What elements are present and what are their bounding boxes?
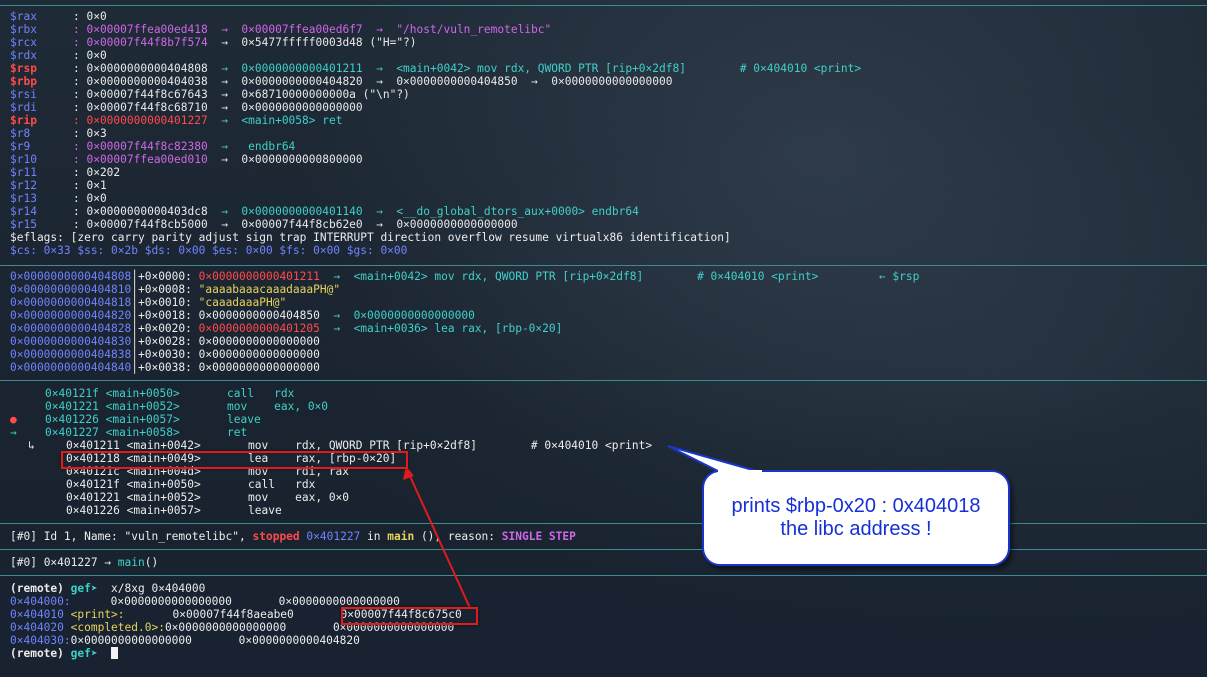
highlight-libc-address xyxy=(341,607,478,625)
callout-tail-mask xyxy=(718,470,762,476)
annotation-overlay xyxy=(403,445,762,609)
callout-tail xyxy=(667,445,761,473)
red-arrow-line xyxy=(408,473,471,609)
highlight-lea-instruction xyxy=(61,451,408,469)
